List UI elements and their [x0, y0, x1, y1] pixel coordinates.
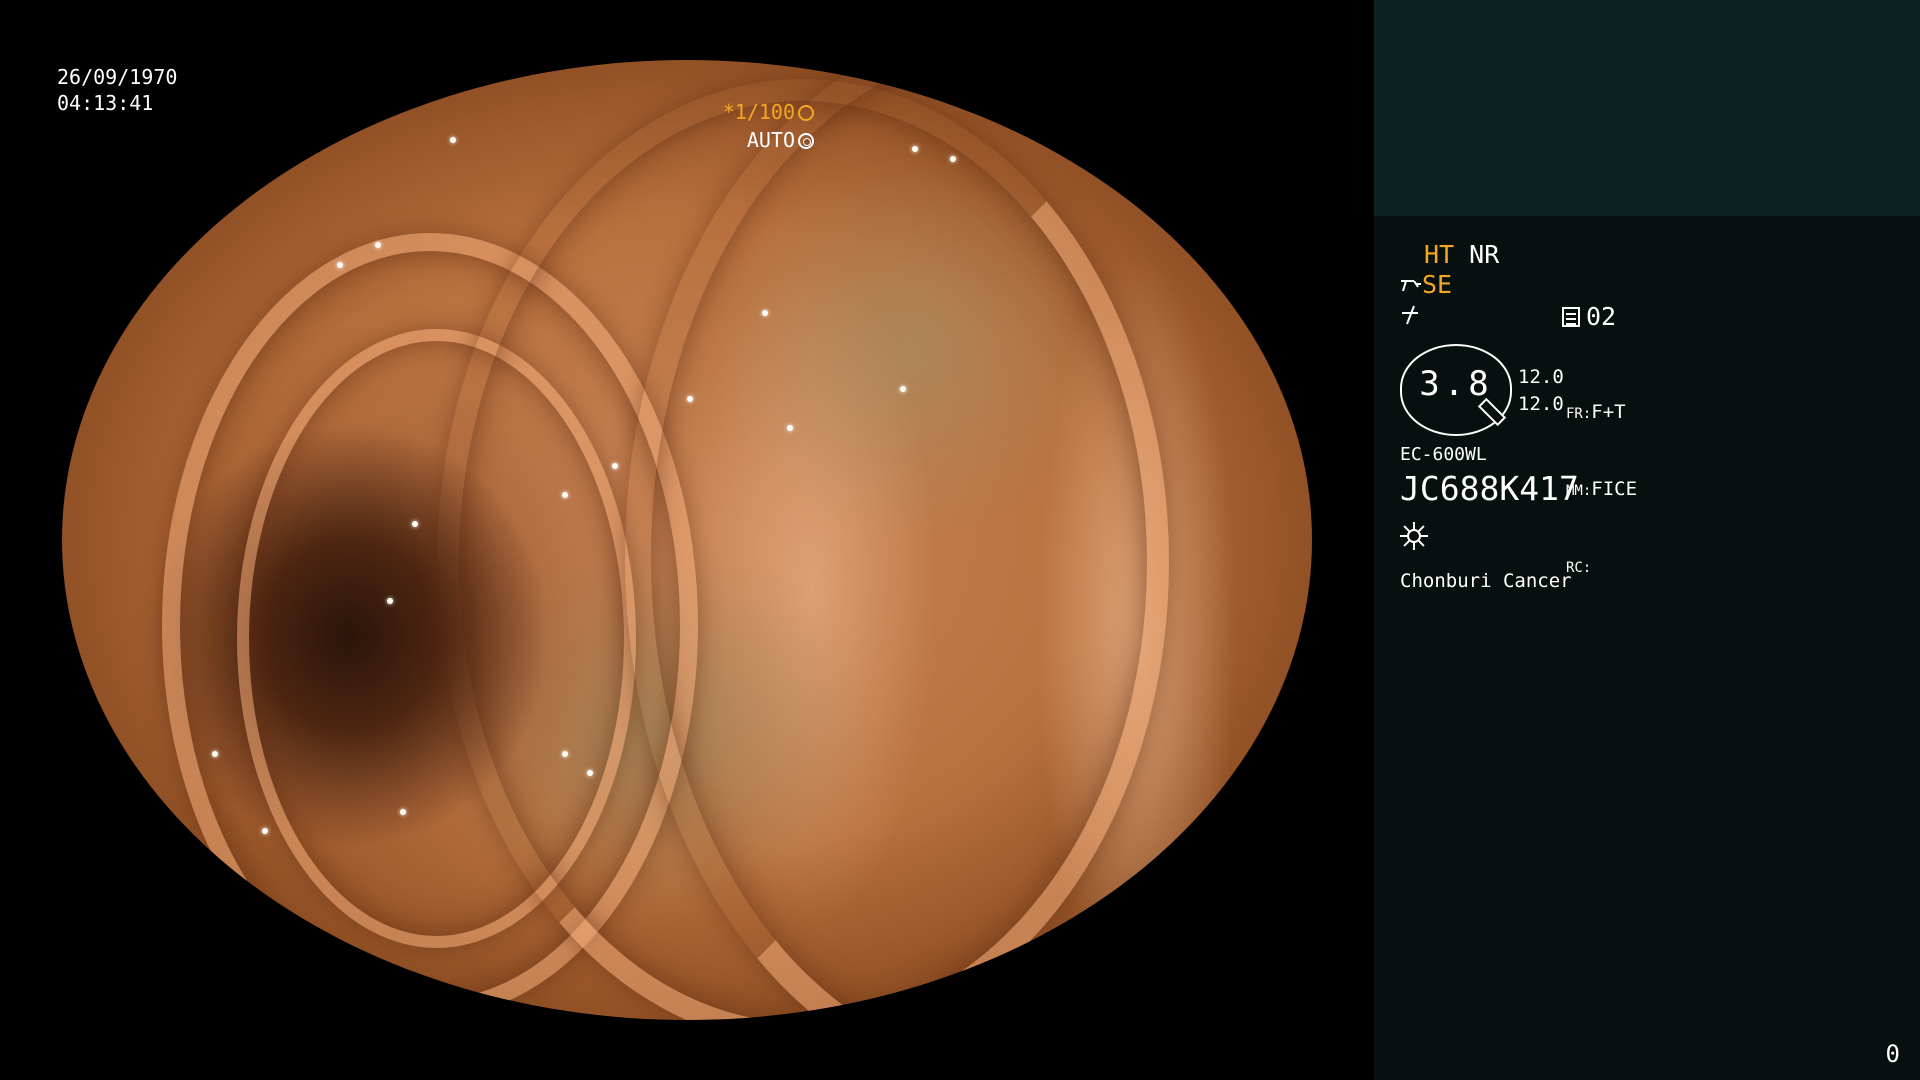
enhancement-icon: [1401, 280, 1421, 292]
specular-highlight: [362, 79, 368, 86]
fr-setting: FR:F+T: [1566, 400, 1658, 427]
mode-line-se: SE: [1400, 270, 1900, 300]
specular-highlight: [687, 396, 693, 402]
rc-setting: RC:: [1566, 554, 1658, 581]
image-counter: 0: [1885, 1040, 1900, 1068]
rc-label: RC:: [1566, 560, 1592, 576]
exposure-overlay: *1/100 AUTO: [723, 98, 814, 154]
endoscope-viewport: 26/09/1970 04:13:41 *1/100 AUTO: [0, 0, 1374, 1080]
aperture-icon: [798, 105, 814, 121]
specular-highlight: [374, 242, 381, 249]
specular-highlight: [899, 386, 906, 393]
fr-value: F+T: [1591, 401, 1626, 423]
iris-icon: [798, 133, 814, 149]
light-source-icon: [1400, 522, 1428, 550]
mm-value: FICE: [1591, 478, 1638, 500]
zoom-dial-row: 3.8 12.0 12.0 FR:F+T MM:FICE RC:: [1400, 344, 1900, 576]
specular-highlight: [762, 309, 768, 316]
preset-icon: [1562, 307, 1580, 327]
specular-highlight: [262, 828, 268, 834]
endoscopy-image: [62, 60, 1312, 1020]
mucosal-fold: [625, 60, 1313, 1020]
preset-number: 02: [1586, 302, 1617, 331]
processing-settings: FR:F+T MM:FICE RC:: [1566, 350, 1658, 631]
exposure-mode-line: AUTO: [723, 126, 814, 154]
specular-highlight: [412, 520, 418, 527]
slash-filter-icon: [1402, 305, 1418, 325]
info-panel: HT NR SE 02 3.8 12.0 12.0 FR:F+T MM:FICE…: [1374, 0, 1920, 1080]
mode-line-preset: 02: [1400, 300, 1900, 332]
specular-highlight: [787, 424, 793, 431]
specular-highlight: [562, 492, 568, 498]
specular-highlight: [449, 136, 456, 143]
time-text: 04:13:41: [57, 91, 154, 115]
exposure-mode-text: AUTO: [746, 128, 795, 152]
ht-mode-text: HT: [1424, 240, 1455, 269]
specular-highlight: [337, 261, 343, 268]
shutter-speed-text: *1/100: [722, 100, 795, 124]
mode-line-ht-nr: HT NR: [1400, 240, 1900, 270]
specular-highlight: [949, 156, 956, 162]
dial-number-2: 12.0: [1518, 393, 1564, 415]
specular-highlight: [399, 808, 406, 815]
dial-number-1: 12.0: [1518, 366, 1564, 388]
fr-label: FR:: [1566, 406, 1592, 422]
se-mode-text: SE: [1422, 270, 1453, 299]
info-panel-header: [1374, 0, 1920, 216]
specular-highlight: [374, 88, 381, 95]
preset-group: 02: [1562, 302, 1616, 332]
info-panel-body: HT NR SE 02 3.8 12.0 12.0 FR:F+T MM:FICE…: [1400, 240, 1900, 592]
date-time-overlay: 26/09/1970 04:13:41: [57, 64, 177, 116]
mm-label: MM:: [1566, 483, 1592, 499]
zoom-dial-value: 3.8: [1419, 364, 1493, 404]
nr-mode-text: NR: [1469, 240, 1500, 269]
date-text: 26/09/1970: [57, 65, 178, 89]
dial-number-column: 12.0 12.0: [1518, 364, 1564, 418]
mm-setting: MM:FICE: [1566, 477, 1658, 504]
specular-highlight: [387, 597, 393, 604]
shutter-line: *1/100: [723, 98, 814, 126]
